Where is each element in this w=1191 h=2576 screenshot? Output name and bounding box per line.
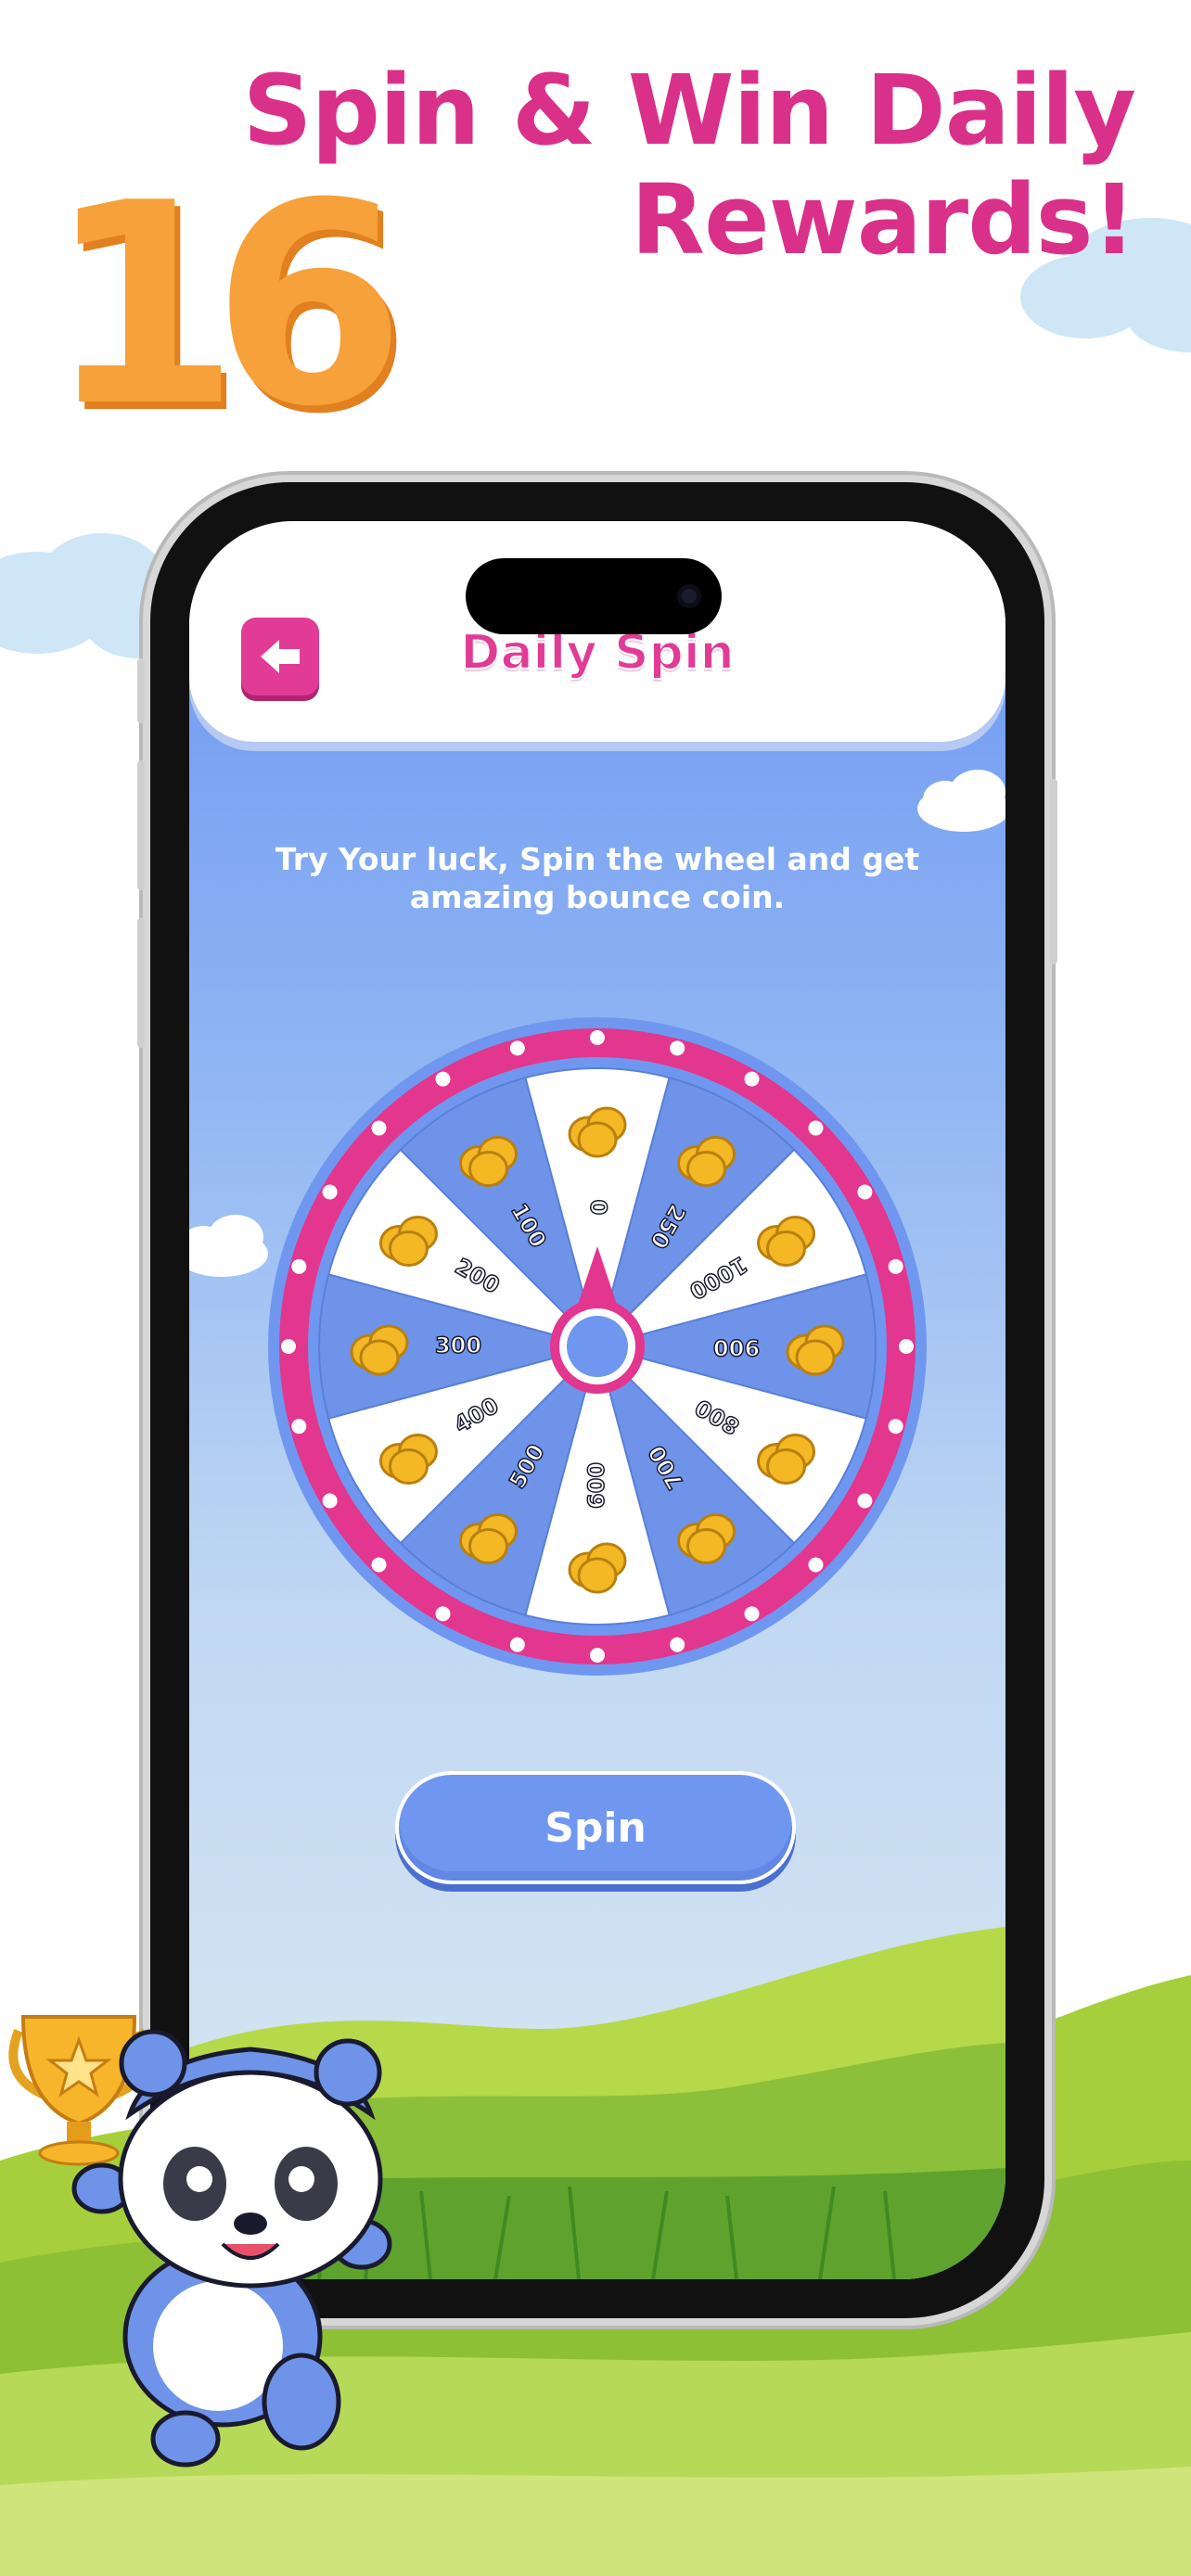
cloud-small-left [189,1215,268,1277]
wheel-rim-light [371,1120,387,1136]
wheel-segment-label: 0 [585,1200,611,1216]
wheel-hub-center [567,1316,628,1377]
spin-instructions-line2: amazing bounce coin. [409,879,786,915]
wheel-rim-light [590,1648,605,1663]
spin-wheel[interactable]: 0 250 1000 900 800 700 600 500 400 300 200 100 [268,1017,927,1676]
wheel-segment-label: 900 [713,1334,760,1360]
wheel-rim-light [291,1258,307,1274]
cloud-small [917,770,1005,832]
wheel-rim-light [435,1071,451,1087]
wheel-segment-label: 600 [583,1462,609,1509]
wheel-rim-light [888,1419,903,1435]
dynamic-island [466,558,722,634]
wheel-rim-light [509,1040,525,1056]
wheel-rim-light [899,1339,914,1354]
spin-button[interactable]: Spin [395,1771,796,1884]
wheel-rim-light [590,1030,605,1045]
wheel-rim-light [371,1557,387,1573]
wheel-rim-light [808,1557,824,1573]
spin-instructions-line1: Try Your luck, Spin the wheel and get [275,841,920,877]
phone-power-button [1050,779,1057,964]
wheel-rim-light [744,1071,760,1087]
wheel-rim-light [670,1040,685,1056]
wheel-rim-light [322,1184,338,1200]
phone-mute-switch [137,658,145,723]
panda-mascot [8,2015,392,2468]
screenshot-number: 16 [46,144,406,467]
wheel-rim-light [291,1419,307,1435]
wheel-rim-light [670,1637,685,1652]
front-camera [677,584,701,608]
spin-wheel-graphic: 0 2501000900800700600500400300200100 [268,1017,927,1676]
wheel-rim-light [888,1258,903,1274]
wheel-rim-light [281,1339,296,1354]
phone-volume-down [137,918,145,1048]
phone-volume-up [137,760,145,890]
wheel-rim-light [744,1606,760,1622]
spin-instructions: Try Your luck, Spin the wheel and get am… [245,840,950,916]
wheel-rim-light [808,1120,824,1136]
wheel-rim-light [322,1493,338,1509]
wheel-segment-label: 300 [435,1333,481,1358]
wheel-rim-light [435,1606,451,1622]
wheel-rim-light [509,1637,525,1652]
wheel-rim-light [857,1184,873,1200]
wheel-rim-light [857,1493,873,1509]
